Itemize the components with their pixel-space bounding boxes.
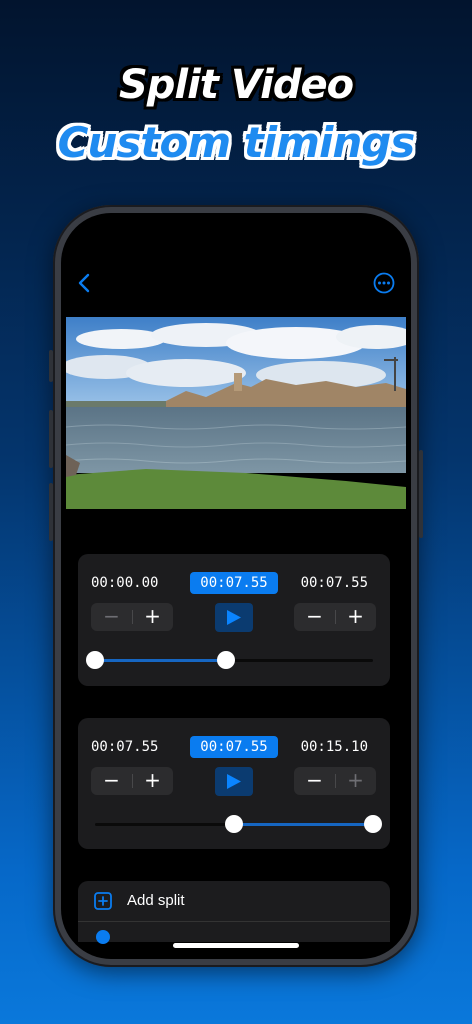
end-time-stepper: − +	[294, 603, 376, 631]
play-icon	[227, 774, 241, 789]
action-button	[49, 350, 53, 382]
phone-screen: 00:00.00 00:07.55 00:07.55 − + − + 00:07…	[61, 213, 411, 959]
slider-start-handle[interactable]	[225, 815, 243, 833]
home-indicator[interactable]	[173, 943, 299, 948]
split-start-time[interactable]: 00:00.00	[91, 572, 158, 594]
slider-start-handle[interactable]	[86, 651, 104, 669]
harbor-scene-image	[66, 317, 406, 509]
play-button[interactable]	[215, 767, 253, 796]
next-list-item	[78, 922, 390, 944]
promo-subtitle: Custom timings	[57, 118, 416, 167]
end-time-stepper: − +	[294, 767, 376, 795]
split-current-time: 00:07.55	[190, 736, 278, 758]
promo-title: Split Video	[118, 62, 354, 108]
plus-square-icon	[94, 892, 112, 910]
split-card-2: 00:07.55 00:07.55 00:15.10 − + − +	[78, 718, 390, 849]
phone-frame: 00:00.00 00:07.55 00:07.55 − + − + 00:07…	[49, 205, 423, 967]
slider-range-fill	[234, 823, 373, 826]
end-decrement-button[interactable]: −	[294, 767, 335, 795]
end-increment-button[interactable]: +	[335, 603, 376, 631]
split-card-1: 00:00.00 00:07.55 00:07.55 − + − +	[78, 554, 390, 686]
start-decrement-button[interactable]: −	[91, 603, 132, 631]
split-end-time[interactable]: 00:07.55	[301, 572, 368, 594]
add-split-label: Add split	[127, 892, 185, 909]
slider-end-handle[interactable]	[216, 651, 235, 669]
range-slider[interactable]	[86, 651, 373, 669]
volume-up-button	[49, 410, 53, 468]
start-decrement-button[interactable]: −	[91, 767, 132, 795]
start-increment-button[interactable]: +	[132, 767, 173, 795]
play-icon	[227, 610, 241, 625]
list-item-icon	[96, 930, 110, 944]
navigation-bar	[61, 268, 411, 298]
video-preview[interactable]	[66, 317, 406, 509]
power-button	[419, 450, 423, 538]
end-decrement-button[interactable]: −	[294, 603, 335, 631]
split-end-time[interactable]: 00:15.10	[301, 736, 368, 758]
range-slider[interactable]	[95, 815, 382, 833]
ellipsis-circle-icon[interactable]	[373, 272, 395, 294]
split-current-time: 00:07.55	[190, 572, 278, 594]
chevron-left-icon[interactable]	[75, 272, 95, 294]
slider-end-handle[interactable]	[364, 815, 382, 833]
split-start-time[interactable]: 00:07.55	[91, 736, 158, 758]
play-button[interactable]	[215, 603, 253, 632]
start-time-stepper: − +	[91, 767, 173, 795]
slider-range-fill	[95, 659, 226, 662]
end-increment-button[interactable]: +	[335, 767, 376, 795]
start-increment-button[interactable]: +	[132, 603, 173, 631]
add-split-button[interactable]: Add split	[78, 881, 390, 921]
volume-down-button	[49, 483, 53, 541]
start-time-stepper: − +	[91, 603, 173, 631]
